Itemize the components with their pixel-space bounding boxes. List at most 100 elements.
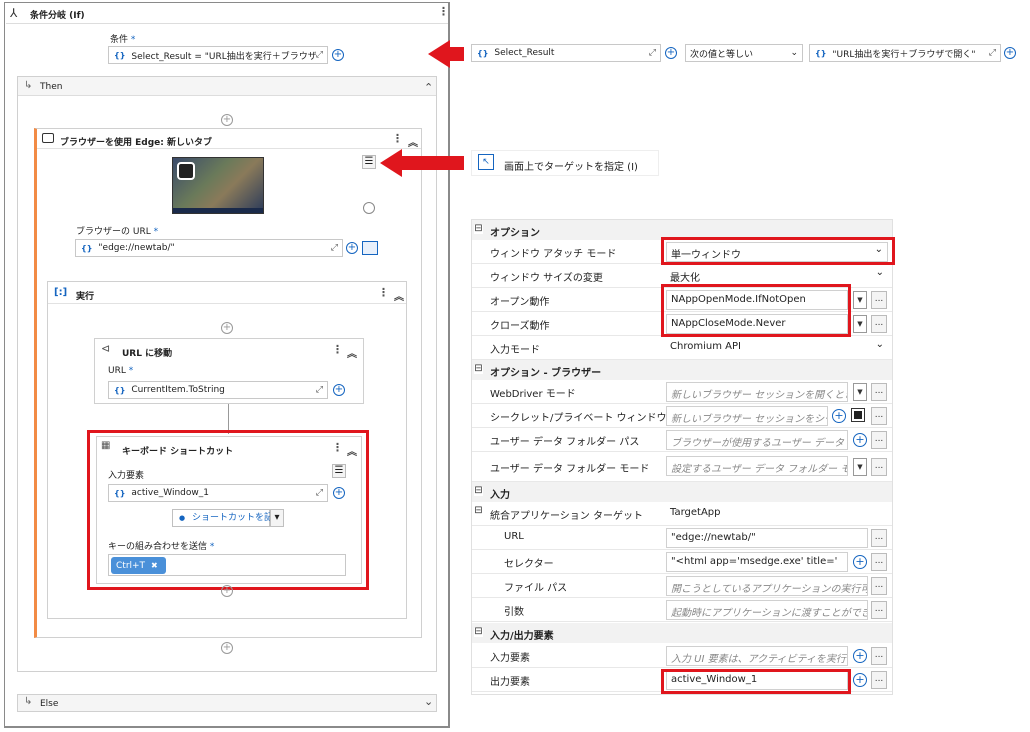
prop-webdriver-value[interactable]: 新しいブラウザー セッションを開くとき [666,382,848,402]
selector-add-icon[interactable]: + [853,555,867,569]
section-options-browser[interactable]: オプション - ブラウザー [472,360,892,380]
secret-add-icon[interactable]: + [832,409,846,423]
insert-activity-icon[interactable]: + [221,114,233,126]
expression-braces-icon: {} [815,48,827,58]
secret-checkbox[interactable] [851,408,865,422]
selector-ellipsis-button[interactable]: ... [871,553,887,571]
userdata-mode-text: 設定するユーザー データ フォルダー モー [671,464,848,475]
userdata-mode-dropdown-button[interactable]: ▼ [853,458,867,476]
browser-target-menu-icon[interactable]: ☰ [362,155,376,169]
prop-secret-value[interactable]: 新しいブラウザー セッションをシー: [666,406,828,426]
condition-add-icon[interactable]: + [332,49,344,61]
expand-editor-icon[interactable]: ⤢ [316,385,323,395]
required-mark: * [153,227,159,237]
navigate-url-field[interactable]: {} CurrentItem.ToString ⤢ [108,381,328,399]
condition-right-add-icon[interactable]: + [1004,47,1016,59]
prop-userdata: ユーザー データ フォルダー パス ブラウザーが使用するユーザー データ フ [472,428,892,452]
browser-activity-title: ブラウザーを使用 Edge: 新しいタブ [60,138,213,148]
condition-right-operand[interactable]: {} "URL抽出を実行＋ブラウザで開く" ⤢ [809,44,1001,62]
out-elem-ellipsis-button[interactable]: ... [871,671,887,689]
else-expand-icon[interactable]: ⌄ [424,695,433,708]
thumbnail-taskbar [173,208,263,213]
arrow-to-target-menu-shaft [400,156,464,170]
prop-webdriver: WebDriver モード 新しいブラウザー セッションを開くとき [472,380,892,404]
expression-braces-icon: {} [81,243,93,253]
execute-more-icon[interactable]: ⋮ [378,286,389,299]
prop-args-label: 引数 [504,607,524,618]
prop-window-resize-label: ウィンドウ サイズの変更 [490,273,603,284]
condition-left-value: Select_Result [494,48,555,58]
execute-header-divider [48,303,406,304]
open-dropdown-button[interactable]: ▼ [853,291,867,309]
userdata-mode-ellipsis-button[interactable]: ... [871,458,887,476]
close-ellipsis-button[interactable]: ... [871,315,887,333]
prop-url-value[interactable]: "edge://newtab/" [666,528,868,548]
prop-filepath-value[interactable]: 開こうとしているアプリケーションの実行可 [666,576,868,596]
execute-collapse-icon[interactable]: ︽ [394,288,404,303]
url-ellipsis-button[interactable]: ... [871,529,887,547]
section-io-elements[interactable]: 入力/出力要素 [472,623,892,643]
navigate-url-add-icon[interactable]: + [333,384,345,396]
prop-userdata-mode-value[interactable]: 設定するユーザー データ フォルダー モー [666,456,848,476]
browser-url-picker-icon[interactable] [362,241,378,255]
insert-activity-icon[interactable]: + [221,585,233,597]
webdriver-dropdown-button[interactable]: ▼ [853,383,867,401]
condition-operator-select[interactable]: 次の値と等しい ⌄ [685,44,803,62]
webdriver-ellipsis-button[interactable]: ... [871,383,887,401]
browser-collapse-icon[interactable]: ︽ [408,134,418,149]
prop-selector-value[interactable]: "<html app='msedge.exe' title=' [666,552,848,572]
secret-text: 新しいブラウザー セッションをシー: [671,414,828,425]
insert-activity-icon[interactable]: + [221,642,233,654]
prop-input-mode-label: 入力モード [490,345,540,356]
filepath-ellipsis-button[interactable]: ... [871,577,887,595]
prop-target-app-label: 統合アプリケーション ターゲット [490,511,643,522]
prop-in-elem-value[interactable]: 入力 UI 要素は、アクティビティを実行 [666,646,848,666]
collapse-icon[interactable]: ⊟ [474,364,483,374]
collapse-icon[interactable]: ⊟ [474,224,483,234]
expand-editor-icon[interactable]: ⤢ [989,48,996,58]
expand-editor-icon[interactable]: ⤢ [649,48,656,58]
navigate-url-value: CurrentItem.ToString [131,385,225,395]
collapse-icon[interactable]: ⊟ [474,486,483,496]
prop-input-mode-value[interactable]: Chromium API ⌄ [666,338,888,358]
secret-ellipsis-button[interactable]: ... [871,407,887,425]
collapse-icon[interactable]: ⊟ [474,627,483,637]
section-io-label: 入力/出力要素 [490,631,554,642]
open-ellipsis-button[interactable]: ... [871,291,887,309]
insert-activity-icon[interactable]: + [221,322,233,334]
arrow-to-target-menu [380,149,402,177]
prop-window-attach-label: ウィンドウ アタッチ モード [490,249,617,260]
section-input[interactable]: 入力 [472,482,892,502]
if-more-icon[interactable]: ⋮ [438,5,449,18]
in-elem-ellipsis-button[interactable]: ... [871,647,887,665]
prop-userdata-mode-label: ユーザー データ フォルダー モード [490,464,650,475]
navigate-collapse-icon[interactable]: ︽ [347,345,357,360]
condition-field[interactable]: {} Select_Result = "URL抽出を実行＋ブラウザで ⤢ [108,46,328,64]
userdata-add-icon[interactable]: + [853,433,867,447]
browser-more-icon[interactable]: ⋮ [392,132,403,145]
prop-selector-label: セレクター [504,559,554,570]
expand-editor-icon[interactable]: ⤢ [316,50,323,60]
indicate-target-label: 画面上でターゲットを指定 (I) [504,162,638,173]
prop-in-elem: 入力要素 入力 UI 要素は、アクティビティを実行 [472,644,892,668]
userdata-ellipsis-button[interactable]: ... [871,431,887,449]
close-dropdown-button[interactable]: ▼ [853,315,867,333]
condition-left-add-icon[interactable]: + [665,47,677,59]
then-header[interactable] [18,77,436,96]
prop-window-resize-value[interactable]: 最大化 ⌄ [666,266,888,286]
expand-editor-icon[interactable]: ⤢ [331,243,338,253]
else-header[interactable] [17,694,437,712]
navigate-more-icon[interactable]: ⋮ [332,343,343,356]
args-ellipsis-button[interactable]: ... [871,601,887,619]
browser-url-add-icon[interactable]: + [346,242,358,254]
out-elem-add-icon[interactable]: + [853,673,867,687]
condition-left-operand[interactable]: {} Select_Result ⤢ [471,44,661,62]
then-collapse-icon[interactable]: ⌃ [424,81,433,94]
browser-url-field[interactable]: {} "edge://newtab/" ⤢ [75,239,343,257]
in-elem-add-icon[interactable]: + [853,649,867,663]
target-highlight-icon[interactable] [363,202,375,214]
prop-userdata-value[interactable]: ブラウザーが使用するユーザー データ フ [666,430,848,450]
dropdown-caret-icon: ⌄ [875,339,884,350]
collapse-icon[interactable]: ⊟ [474,506,483,516]
prop-args-value[interactable]: 起動時にアプリケーションに渡すことができ [666,600,868,620]
